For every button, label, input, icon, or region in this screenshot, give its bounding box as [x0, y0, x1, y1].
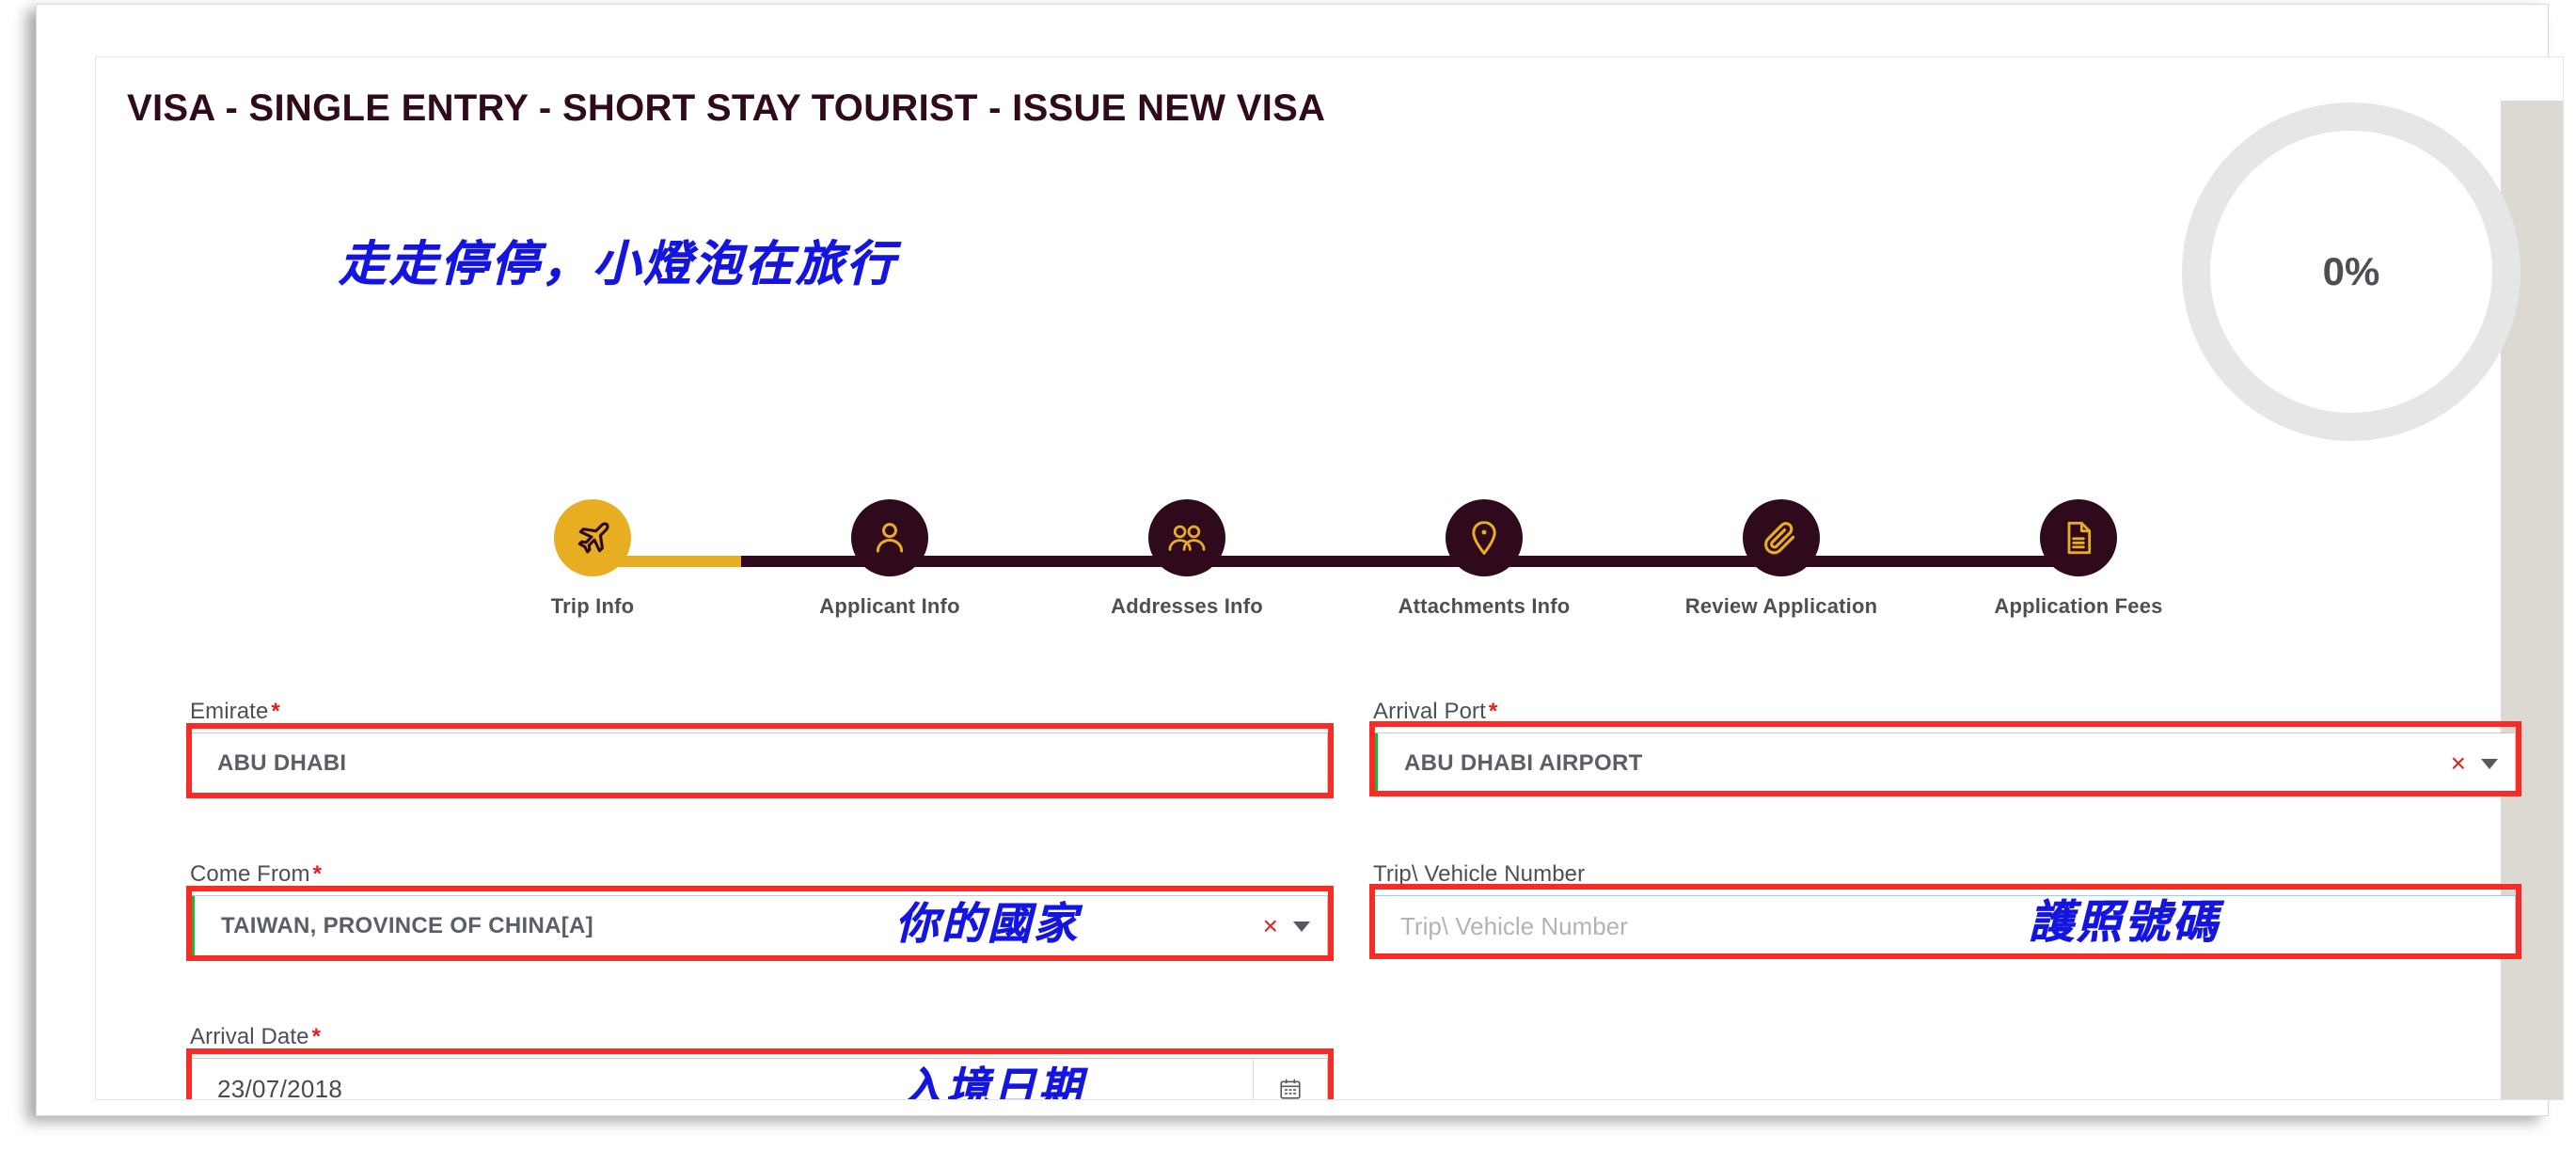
emirate-value: ABU DHABI	[217, 750, 347, 776]
step-trip-info-label: Trip Info	[550, 594, 635, 618]
people-icon	[1165, 516, 1209, 559]
screenshot-root: VISA - SINGLE ENTRY - SHORT STAY TOURIST…	[0, 0, 2576, 1150]
emirate-label-text: Emirate	[190, 699, 269, 724]
arrival-port-label: Arrival Port *	[1373, 699, 2516, 725]
arrival-port-select[interactable]: ABU DHABI AIRPORT ×	[1373, 733, 2516, 795]
progress-percent-label: 0%	[2322, 249, 2380, 293]
clear-icon[interactable]: ×	[1263, 913, 1278, 939]
arrival-port-tools: ×	[2451, 733, 2498, 794]
step-addresses-info[interactable]: Addresses Info	[1102, 499, 1272, 619]
field-arrival-date: Arrival Date * 23/07/2018	[190, 1024, 1328, 1100]
person-icon	[870, 518, 909, 558]
visa-application-card: VISA - SINGLE ENTRY - SHORT STAY TOURIST…	[95, 56, 2564, 1100]
step-attachments-info-circle[interactable]	[1446, 499, 1523, 576]
step-trip-info[interactable]: Trip Info	[508, 499, 677, 619]
handwritten-note-title: 走走停停，小燈泡在旅行	[339, 237, 898, 293]
arrival-port-label-text: Arrival Port	[1373, 699, 1486, 724]
step-application-fees-label: Application Fees	[1994, 594, 2163, 618]
step-addresses-info-circle[interactable]	[1148, 499, 1225, 576]
arrival-date-label-text: Arrival Date	[190, 1024, 309, 1049]
step-attachments-info[interactable]: Attachments Info	[1398, 499, 1571, 619]
step-application-fees-circle[interactable]	[2040, 499, 2117, 576]
chevron-down-icon[interactable]	[2481, 758, 2498, 769]
browser-window-frame: VISA - SINGLE ENTRY - SHORT STAY TOURIST…	[36, 4, 2564, 1116]
field-emirate: Emirate * ABU DHABI	[190, 699, 1328, 795]
step-trip-info-circle[interactable]	[554, 499, 631, 576]
vehicle-number-input[interactable]: Trip\ Vehicle Number	[1373, 895, 2516, 957]
arrival-date-input[interactable]: 23/07/2018	[190, 1058, 1328, 1100]
airplane-icon	[572, 517, 613, 559]
map-pin-icon	[1464, 518, 1504, 558]
arrival-date-required-marker: *	[311, 1024, 322, 1049]
emirate-input[interactable]: ABU DHABI	[190, 733, 1328, 795]
come-from-select[interactable]: TAIWAN, PROVINCE OF CHINA[A] ×	[190, 895, 1328, 957]
come-from-label-text: Come From	[190, 861, 310, 887]
arrival-date-value: 23/07/2018	[217, 1074, 343, 1100]
step-review-application[interactable]: Review Application	[1685, 499, 1877, 619]
arrival-date-label: Arrival Date *	[190, 1024, 1328, 1050]
arrival-port-required-marker: *	[1488, 699, 1498, 724]
stepper-steps: Trip Info Applicant Info Addresses Info …	[508, 499, 2163, 619]
document-icon	[2060, 519, 2097, 557]
come-from-required-marker: *	[312, 861, 323, 887]
come-from-tools: ×	[1263, 896, 1310, 956]
step-applicant-info-label: Applicant Info	[819, 594, 960, 618]
handwritten-note-come-from: 你的國家	[895, 898, 1080, 950]
field-vehicle-number: Trip\ Vehicle Number Trip\ Vehicle Numbe…	[1373, 861, 2516, 957]
application-stepper: Trip Info Applicant Info Addresses Info …	[508, 499, 2163, 669]
arrival-port-value: ABU DHABI AIRPORT	[1404, 750, 1643, 776]
vehicle-number-label-text: Trip\ Vehicle Number	[1373, 861, 1586, 887]
page-title: VISA - SINGLE ENTRY - SHORT STAY TOURIST…	[127, 87, 1326, 129]
field-arrival-port: Arrival Port * ABU DHABI AIRPORT ×	[1373, 699, 2516, 795]
step-application-fees[interactable]: Application Fees	[1994, 499, 2163, 619]
vehicle-number-placeholder: Trip\ Vehicle Number	[1400, 911, 1628, 940]
vehicle-number-label: Trip\ Vehicle Number	[1373, 861, 2516, 888]
field-come-from: Come From * TAIWAN, PROVINCE OF CHINA[A] …	[190, 861, 1328, 957]
handwritten-note-arrival-date: 入境日期	[900, 1063, 1084, 1100]
emirate-label: Emirate *	[190, 699, 1328, 725]
step-review-application-label: Review Application	[1684, 594, 1878, 618]
step-review-application-circle[interactable]	[1743, 499, 1820, 576]
step-applicant-info[interactable]: Applicant Info	[805, 499, 974, 619]
emirate-required-marker: *	[271, 699, 280, 724]
progress-ring-widget: 0%	[2182, 102, 2521, 441]
step-attachments-info-label: Attachments Info	[1398, 594, 1571, 618]
handwritten-note-vehicle-number: 護照號碼	[2029, 896, 2221, 950]
come-from-label: Come From *	[190, 861, 1328, 888]
step-applicant-info-circle[interactable]	[851, 499, 928, 576]
clear-icon[interactable]: ×	[2451, 750, 2466, 777]
chevron-down-icon[interactable]	[1293, 921, 1310, 932]
step-addresses-info-label: Addresses Info	[1111, 594, 1263, 618]
calendar-icon[interactable]	[1253, 1059, 1327, 1099]
paperclip-icon	[1762, 518, 1801, 558]
come-from-value: TAIWAN, PROVINCE OF CHINA[A]	[221, 913, 593, 938]
